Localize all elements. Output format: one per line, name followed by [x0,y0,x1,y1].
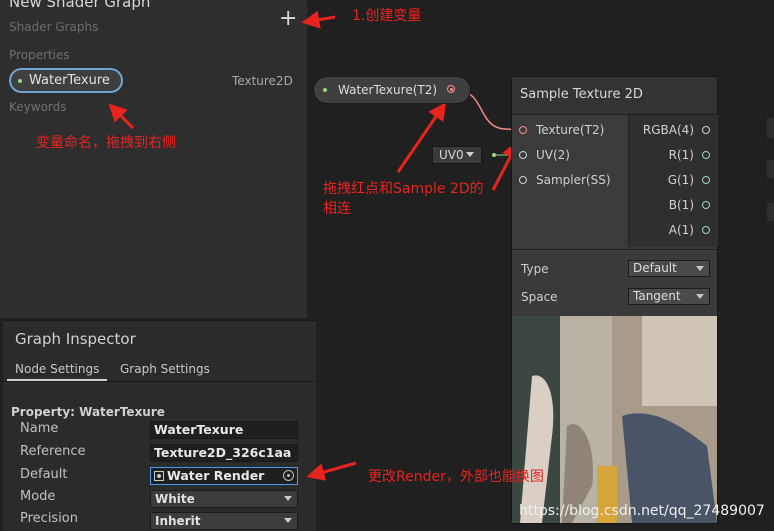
sample-texture-2d-node[interactable]: Sample Texture 2D Texture(T2) UV(2) Samp… [511,76,718,524]
annotation-connect-2: 相连 [323,201,351,217]
input-label: UV(2) [536,148,570,162]
property-node-watertexure[interactable]: WaterTexure(T2) [313,76,471,104]
texture-preview [512,316,717,523]
node-inputs: Texture(T2) UV(2) Sampler(SS) [512,115,628,247]
space-dropdown[interactable]: Tangent [628,288,710,305]
output-label: RGBA(4) [642,123,694,137]
arrow-to-add [301,10,336,29]
annotation-change-render: 更改Render，外部也能换图 [368,469,544,485]
annotation-connect-1: 拖拽红点和Sample 2D的 [323,181,484,197]
node-header[interactable]: Sample Texture 2D [512,77,717,115]
uv-node-label: UV0 [439,148,464,162]
input-label: Texture(T2) [536,123,605,137]
rgba-output-port-icon[interactable] [702,126,710,134]
offscreen-node-fragment [767,118,774,138]
space-label: Space [521,290,558,304]
output-label: R(1) [668,148,694,162]
chevron-down-icon [696,294,704,299]
node-outputs: RGBA(4) R(1) G(1) B(1) A(1) [628,115,718,247]
uv-channel-dropdown[interactable]: UV0 [432,146,482,164]
offscreen-node-fragment [767,160,774,178]
watermark: https://blog.csdn.net/qq_27489007 [519,503,765,519]
output-label: B(1) [668,198,694,212]
arrow-to-pill [108,103,135,130]
annotation-rename-drag: 变量命名，拖拽到右侧 [36,135,176,151]
annotation-create-variable: 1.创建变量 [352,8,422,24]
texture-input-port-icon[interactable] [519,126,527,134]
type-value: Default [633,261,677,275]
a-output-port-icon[interactable] [702,226,710,234]
property-node-label: WaterTexure(T2) [338,83,438,97]
node-dot-icon [323,88,327,92]
output-label: G(1) [667,173,694,187]
sampler-input-port-icon[interactable] [519,176,527,184]
type-label: Type [521,262,549,276]
space-value: Tangent [633,289,681,303]
output-label: A(1) [668,223,694,237]
input-label: Sampler(SS) [536,173,611,187]
output-port-icon[interactable] [447,85,455,93]
preview-image [512,316,717,523]
uv-input-port-icon[interactable] [519,151,527,159]
uv-output-dot-icon [492,153,496,157]
r-output-port-icon[interactable] [702,151,710,159]
offscreen-node-fragment [767,203,774,221]
type-dropdown[interactable]: Default [628,260,710,277]
b-output-port-icon[interactable] [702,201,710,209]
node-title: Sample Texture 2D [520,87,643,102]
g-output-port-icon[interactable] [702,176,710,184]
arrow-to-default [306,461,357,481]
node-settings: Type Default Space Tangent [512,249,717,313]
chevron-down-icon [696,266,704,271]
chevron-down-icon [466,152,474,157]
